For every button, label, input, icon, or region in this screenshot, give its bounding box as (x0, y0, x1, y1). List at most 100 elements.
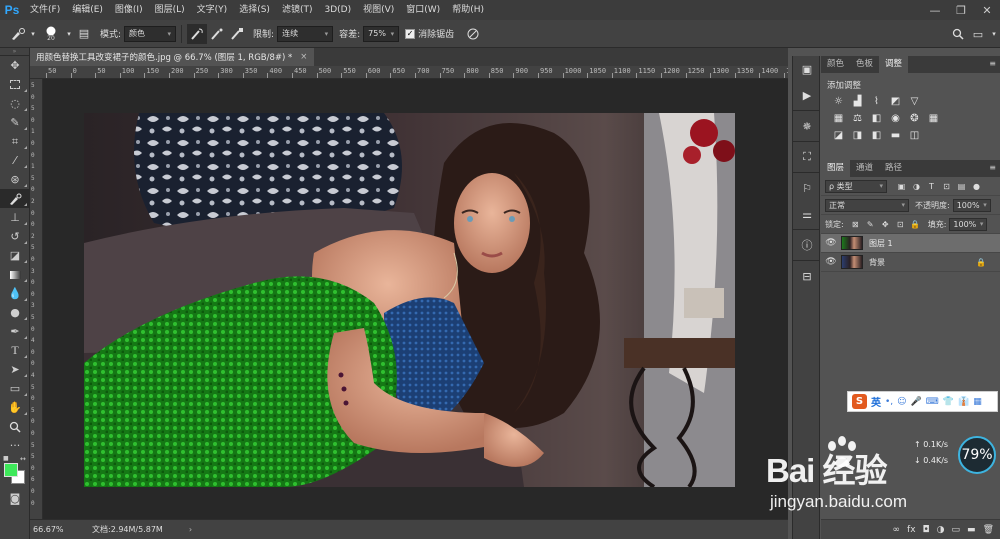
filter-pixel-icon[interactable]: ▣ (895, 180, 908, 193)
default-colors-icon[interactable]: ■ (3, 455, 9, 462)
memory-usage-dial[interactable]: 79% (958, 436, 996, 474)
status-menu-arrow[interactable]: › (189, 525, 192, 534)
search-icon[interactable] (948, 24, 968, 44)
lock-artboard-icon[interactable]: ⊡ (894, 218, 907, 231)
menu-type[interactable]: 文字(Y) (191, 0, 234, 20)
move-tool-icon[interactable]: ✥ (0, 56, 30, 75)
toolbox-grip[interactable]: » (0, 48, 29, 56)
panel-menu-icon[interactable]: ≡ (989, 59, 996, 68)
brush-size-picker[interactable]: 20 (38, 24, 64, 44)
punctuation-icon[interactable]: •, (885, 397, 893, 407)
history-brush-tool-icon[interactable]: ↺ (0, 227, 30, 246)
limit-select[interactable]: 连续 ▾ (277, 25, 334, 42)
menu-file[interactable]: 文件(F) (24, 0, 66, 20)
pen-tool-icon[interactable]: ✒ (0, 322, 30, 341)
blur-tool-icon[interactable]: 💧 (0, 284, 30, 303)
eye-icon[interactable]: 👁 (821, 257, 841, 267)
actions-panel-icon[interactable]: ▶ (793, 82, 821, 108)
brush-panel-icon[interactable]: ⛶ (793, 144, 821, 170)
restore-button[interactable]: ❐ (948, 0, 974, 20)
gradient-tool-icon[interactable] (0, 265, 30, 284)
workspace-icon[interactable]: ▭ (968, 24, 988, 44)
photo-filter-icon[interactable]: ◉ (888, 112, 903, 125)
menu-filter[interactable]: 滤镜(T) (276, 0, 319, 20)
filter-smart-object-icon[interactable]: ▤ (955, 180, 968, 193)
menu-image[interactable]: 图像(I) (109, 0, 149, 20)
quick-selection-tool-icon[interactable]: ✎ (0, 113, 30, 132)
selective-color-icon[interactable]: ◫ (907, 129, 922, 142)
foreground-color-swatch[interactable] (4, 463, 18, 477)
color-balance-icon[interactable]: ⚖ (850, 112, 865, 125)
close-tab-icon[interactable]: × (300, 52, 307, 62)
ruler-horizontal[interactable]: 50 0 50 100 150 200 250 300 350 400 450 500 550 600 65… (30, 66, 788, 79)
filter-type-icon[interactable]: T (925, 180, 938, 193)
channel-mixer-icon[interactable]: ❂ (907, 112, 922, 125)
canvas-area[interactable] (43, 79, 788, 519)
new-group-icon[interactable]: ▭ (952, 525, 961, 535)
black-white-icon[interactable]: ◧ (869, 112, 884, 125)
menu-3d[interactable]: 3D(D) (318, 0, 357, 20)
threshold-icon[interactable]: ◧ (869, 129, 884, 142)
trash-icon[interactable]: 🗑 (983, 525, 994, 535)
menu-edit[interactable]: 编辑(E) (66, 0, 109, 20)
tab-paths[interactable]: 路径 (879, 160, 908, 177)
chevron-down-icon[interactable]: ▾ (64, 24, 74, 44)
tab-adjustments[interactable]: 调整 (879, 56, 909, 73)
document-tab[interactable]: 用颜色替换工具改变裙子的颜色.jpg @ 66.7% (图层 1, RGB/8#… (30, 48, 314, 66)
filter-adjustment-icon[interactable]: ◑ (910, 180, 923, 193)
network-speed-widget[interactable]: ↑ 0.1K/s ↓ 0.4K/s 79% (910, 436, 998, 474)
emoji-icon[interactable]: ☺ (897, 397, 906, 407)
eye-icon[interactable]: 👁 (821, 238, 841, 248)
layer-mask-icon[interactable]: ◘ (923, 525, 930, 535)
invert-icon[interactable]: ◪ (831, 129, 846, 142)
tab-color[interactable]: 颜色 (821, 56, 850, 73)
menu-view[interactable]: 视图(V) (357, 0, 400, 20)
blend-mode-select[interactable]: 正常 ▾ (825, 198, 909, 212)
new-adjustment-layer-icon[interactable]: ◑ (937, 525, 945, 535)
close-window-button[interactable]: ✕ (974, 0, 1000, 20)
opacity-field[interactable]: 100% ▾ (952, 198, 991, 212)
zoom-tool-icon[interactable] (0, 417, 30, 436)
edit-toolbar-icon[interactable]: ··· (0, 436, 30, 455)
eyedropper-tool-icon[interactable]: ⁄ (0, 151, 30, 170)
layer-filter-select[interactable]: ρ 类型 ▾ (825, 179, 887, 193)
hue-saturation-icon[interactable]: ▦ (831, 112, 846, 125)
eraser-tool-icon[interactable]: ◪ (0, 246, 30, 265)
levels-icon[interactable]: ▟ (850, 95, 865, 108)
sampling-once-icon[interactable] (207, 24, 227, 44)
lock-transparent-icon[interactable]: ⊠ (849, 218, 862, 231)
properties-panel-icon[interactable]: ⚌ (793, 201, 821, 227)
link-layers-icon[interactable]: ∞ (893, 525, 901, 535)
menu-window[interactable]: 窗口(W) (400, 0, 446, 20)
gradient-map-icon[interactable]: ▬ (888, 129, 903, 142)
lock-image-icon[interactable]: ✎ (864, 218, 877, 231)
chevron-down-icon[interactable]: ▾ (28, 24, 38, 44)
color-replacement-tool-icon[interactable] (0, 189, 30, 208)
history-panel-icon[interactable]: ▣ (793, 56, 821, 82)
menu-help[interactable]: 帮助(H) (446, 0, 490, 20)
sampling-continuous-icon[interactable] (187, 23, 208, 44)
tool-presets-icon[interactable]: ⚐ (793, 175, 821, 201)
curves-icon[interactable]: ⌇ (869, 95, 884, 108)
lasso-tool-icon[interactable]: ◌ (0, 94, 30, 113)
healing-brush-tool-icon[interactable]: ⊛ (0, 170, 30, 189)
skin-icon[interactable]: 👕 (943, 397, 954, 407)
microphone-icon[interactable]: 🎤 (911, 397, 922, 407)
tab-channels[interactable]: 通道 (850, 160, 879, 177)
quick-mask-icon[interactable]: ◙ (0, 489, 30, 508)
brightness-contrast-icon[interactable]: ☼ (831, 95, 846, 108)
toolbox-icon[interactable]: ▦ (973, 397, 982, 407)
tolerance-field[interactable]: 75% ▾ (363, 25, 400, 42)
menu-layer[interactable]: 图层(L) (149, 0, 191, 20)
tab-swatches[interactable]: 色板 (850, 56, 879, 73)
ime-language-toggle[interactable]: 英 (871, 394, 881, 409)
sampling-background-icon[interactable] (227, 24, 247, 44)
marquee-tool-icon[interactable] (0, 75, 30, 94)
layer-row[interactable]: 👁 背景 🔒 (821, 253, 1000, 272)
path-selection-tool-icon[interactable]: ➤ (0, 360, 30, 379)
vibrance-icon[interactable]: ▽ (907, 95, 922, 108)
type-tool-icon[interactable]: T (0, 341, 30, 360)
clone-stamp-tool-icon[interactable]: ⊥ (0, 208, 30, 227)
crop-tool-icon[interactable]: ⌗ (0, 132, 30, 151)
pressure-size-icon[interactable] (463, 24, 483, 44)
